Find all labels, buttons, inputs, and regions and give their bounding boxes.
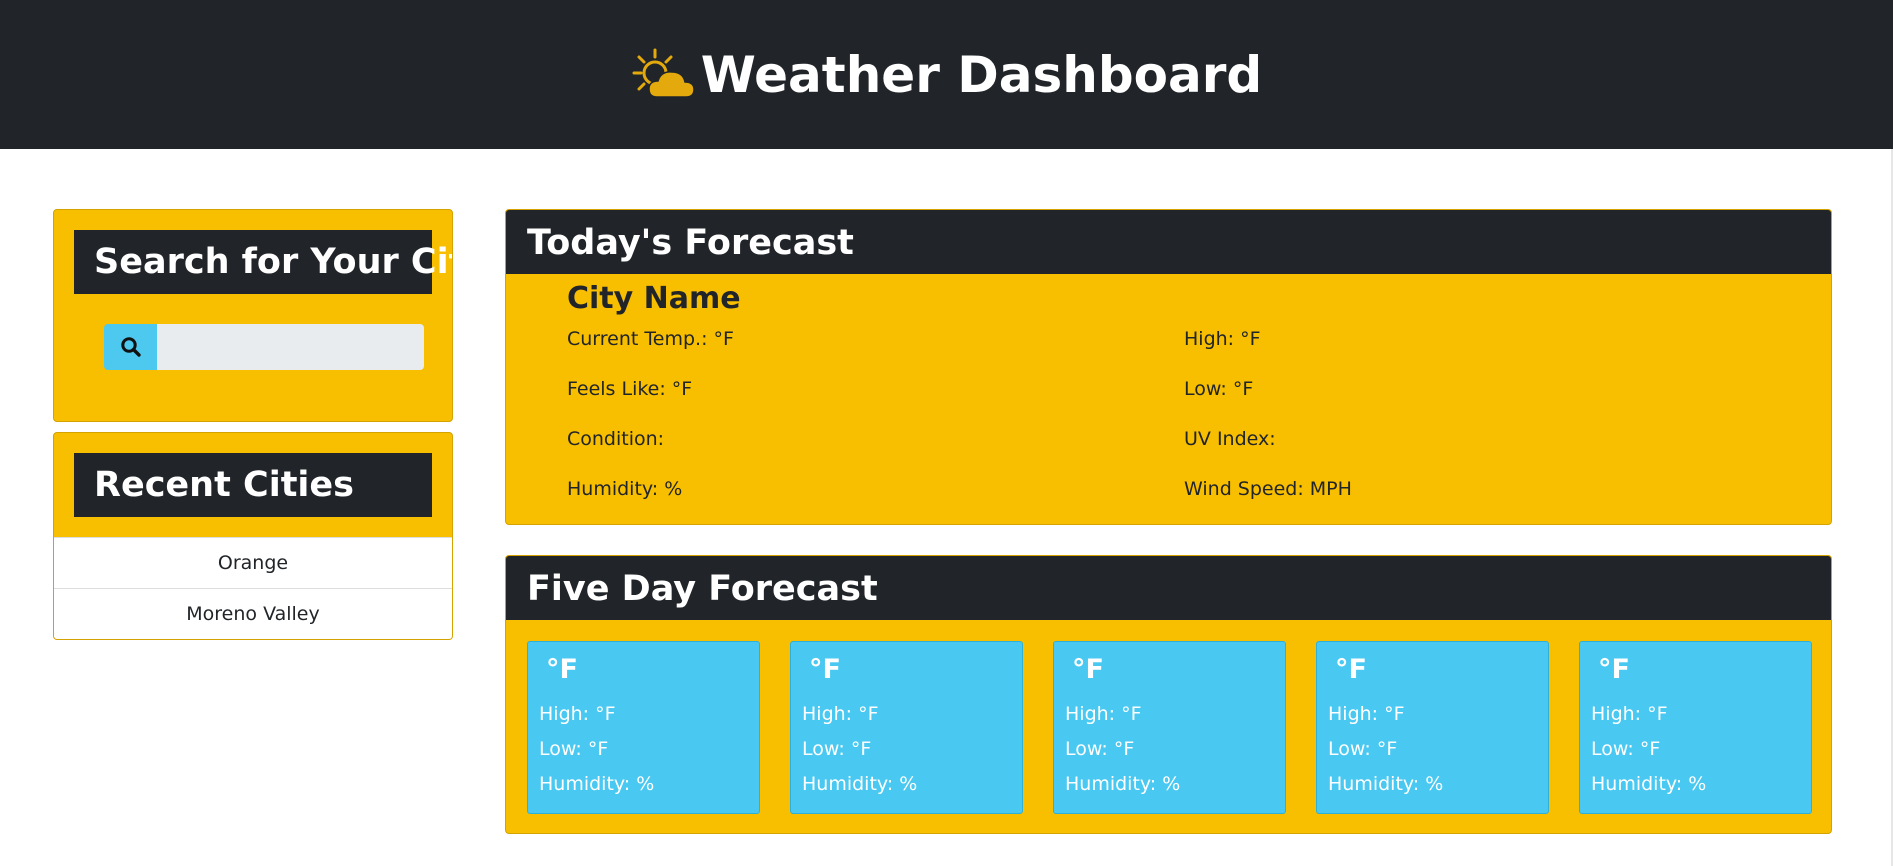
day-temp: °F bbox=[546, 654, 578, 685]
day-low: Low: °F bbox=[1591, 738, 1661, 760]
day-high: High: °F bbox=[802, 703, 879, 725]
top-navbar: Weather Dashboard bbox=[0, 0, 1893, 149]
forecast-day-card: °F High: °F Low: °F Humidity: % bbox=[527, 641, 760, 814]
day-high: High: °F bbox=[539, 703, 616, 725]
sun-behind-cloud-icon bbox=[632, 48, 695, 98]
recent-cities-list: Orange Moreno Valley bbox=[54, 537, 452, 639]
day-temp: °F bbox=[1072, 654, 1104, 685]
city-name: City Name bbox=[567, 281, 741, 316]
day-high: High: °F bbox=[1065, 703, 1142, 725]
day-low: Low: °F bbox=[1328, 738, 1398, 760]
current-temp: Current Temp.: °F bbox=[567, 328, 734, 350]
day-temp: °F bbox=[1598, 654, 1630, 685]
todays-forecast-card: Today's Forecast City Name Current Temp.… bbox=[505, 209, 1832, 525]
day-temp: °F bbox=[1335, 654, 1367, 685]
brand: Weather Dashboard bbox=[631, 46, 1262, 104]
feels-like: Feels Like: °F bbox=[567, 378, 693, 400]
search-button[interactable] bbox=[104, 324, 157, 370]
recent-city-moreno-valley[interactable]: Moreno Valley bbox=[54, 588, 452, 639]
day-humidity: Humidity: % bbox=[1591, 773, 1707, 795]
condition: Condition: bbox=[567, 428, 665, 450]
day-high: High: °F bbox=[1328, 703, 1405, 725]
search-icon bbox=[120, 337, 141, 357]
humidity: Humidity: % bbox=[567, 478, 683, 500]
low-temp: Low: °F bbox=[1184, 378, 1254, 400]
day-humidity: Humidity: % bbox=[539, 773, 655, 795]
day-humidity: Humidity: % bbox=[1328, 773, 1444, 795]
forecast-day-card: °F High: °F Low: °F Humidity: % bbox=[1579, 641, 1812, 814]
uv-index: UV Index: bbox=[1184, 428, 1276, 450]
search-heading: Search for Your City bbox=[74, 230, 452, 294]
wind-speed: Wind Speed: MPH bbox=[1184, 478, 1352, 500]
todays-forecast-heading: Today's Forecast bbox=[506, 210, 1831, 274]
city-search-input[interactable] bbox=[157, 324, 424, 370]
search-card: Search for Your City bbox=[53, 209, 453, 422]
day-low: Low: °F bbox=[802, 738, 872, 760]
recent-cities-heading: Recent Cities bbox=[74, 453, 432, 517]
day-low: Low: °F bbox=[539, 738, 609, 760]
day-low: Low: °F bbox=[1065, 738, 1135, 760]
app-title: Weather Dashboard bbox=[700, 45, 1263, 104]
forecast-day-card: °F High: °F Low: °F Humidity: % bbox=[1053, 641, 1286, 814]
day-humidity: Humidity: % bbox=[1065, 773, 1181, 795]
recent-city-orange[interactable]: Orange bbox=[54, 537, 452, 588]
day-high: High: °F bbox=[1591, 703, 1668, 725]
day-temp: °F bbox=[809, 654, 841, 685]
high-temp: High: °F bbox=[1184, 328, 1261, 350]
five-day-forecast-heading: Five Day Forecast bbox=[506, 556, 1831, 620]
five-day-forecast-card: Five Day Forecast °F High: °F Low: °F Hu… bbox=[505, 555, 1832, 834]
forecast-day-card: °F High: °F Low: °F Humidity: % bbox=[790, 641, 1023, 814]
search-group bbox=[104, 324, 424, 370]
day-humidity: Humidity: % bbox=[802, 773, 918, 795]
recent-cities-card: Recent Cities Orange Moreno Valley bbox=[53, 432, 453, 640]
forecast-day-card: °F High: °F Low: °F Humidity: % bbox=[1316, 641, 1549, 814]
